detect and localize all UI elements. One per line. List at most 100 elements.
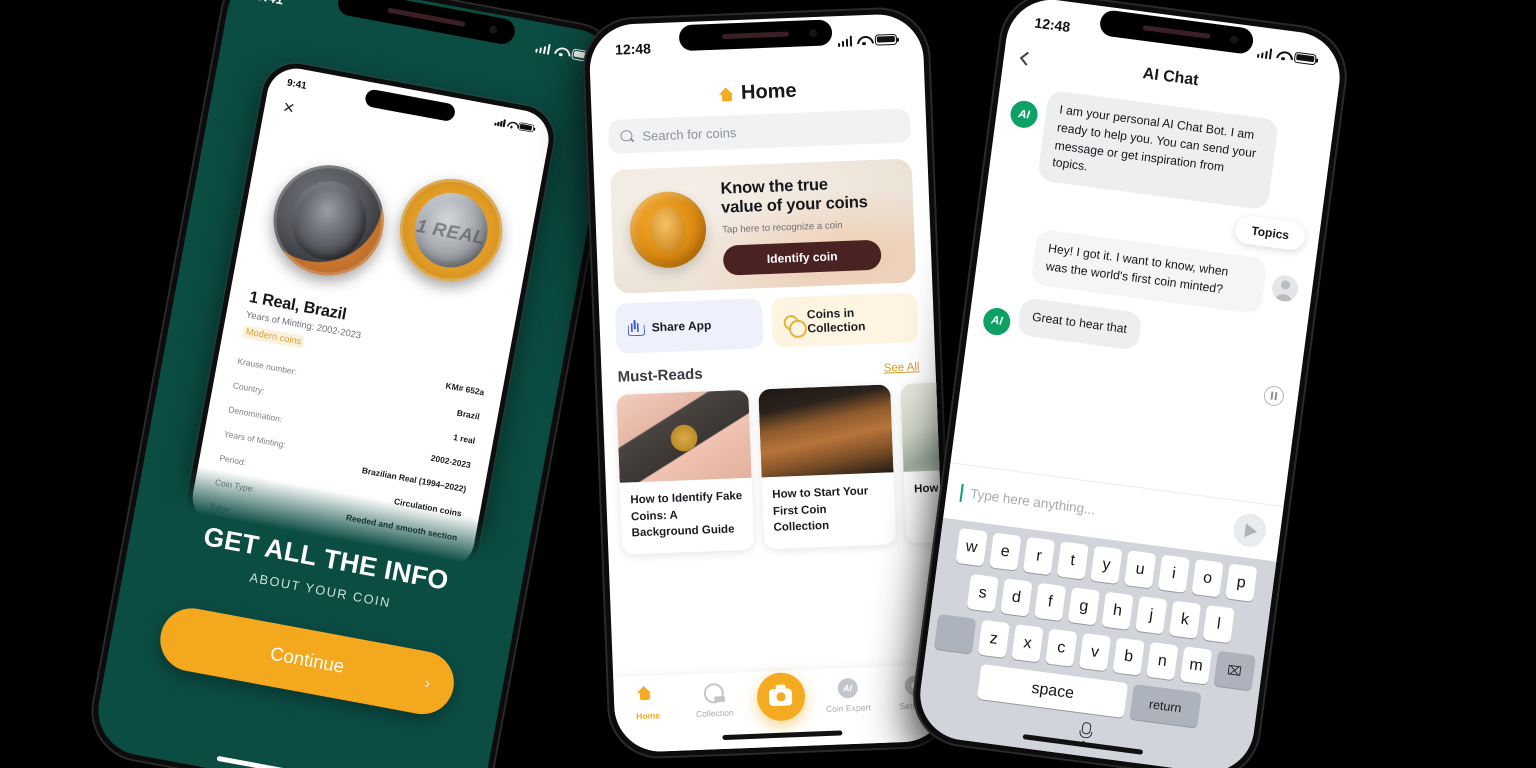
coins-in-collection-line1: Coins in [806,305,855,322]
wifi-icon [1276,49,1290,62]
phone-right-frame: 12:48 AI Chat AI I am your personal AI C… [906,0,1354,768]
detail-label: Country: [232,379,266,396]
phone-right-screen: 12:48 AI Chat AI I am your personal AI C… [914,0,1346,768]
key[interactable]: f [1033,582,1067,622]
key[interactable]: l [1202,604,1236,644]
onscreen-keyboard[interactable]: w e r t y u i o p s d f g h j k l z x c … [914,517,1277,768]
ai-chat-content: AI Chat AI I am your personal AI Chat Bo… [914,0,1345,768]
ai-icon: AI [837,677,858,699]
article-thumbnail [758,384,894,478]
search-icon [620,130,633,143]
tab-collection[interactable]: Collection [680,682,748,720]
front-camera [488,24,498,35]
pause-button[interactable] [1262,384,1286,407]
key[interactable]: s [966,573,1000,613]
key[interactable]: d [1000,578,1033,617]
phone-left-screen: 9:41 9:41 [90,0,624,768]
topics-button[interactable]: Topics [1233,214,1307,252]
detail-label: Krause number: [236,355,298,377]
key[interactable]: x [1011,624,1044,663]
battery-icon [874,33,898,46]
key[interactable]: r [1022,536,1056,576]
phone-left-onboarding: 9:41 9:41 [82,0,632,768]
tab-collection-label: Collection [695,707,734,720]
article-title: How to Identify Fake Coins: A Background… [630,490,743,540]
front-camera [808,28,818,38]
key[interactable]: b [1112,637,1146,676]
scene-root: 9:41 9:41 [0,0,1536,768]
status-time: 12:48 [614,40,652,58]
status-icons [1256,46,1317,65]
coin-stack-icon [782,314,799,330]
article-title: How to Start Your First Coin Collection [772,485,869,535]
search-placeholder: Search for coins [642,124,737,144]
key[interactable]: z [977,619,1011,659]
key[interactable]: w [955,527,989,567]
tab-coin-expert-label: Coin Expert [825,702,871,715]
close-icon[interactable]: ✕ [281,99,296,118]
send-button[interactable] [1231,511,1269,549]
article-carousel[interactable]: How to Identify Fake Coins: A Background… [602,378,950,556]
continue-button-label: Continue [268,643,346,678]
list-item[interactable]: How to Start Your First Coin Collection [758,384,897,550]
detail-value: KM# 652a [444,380,486,397]
promo-subtext: Tap here to recognize a coin [721,220,843,237]
tab-home[interactable]: Home [614,685,682,723]
battery-icon [517,121,534,132]
wifi-icon [554,45,569,58]
backspace-key[interactable]: ⌧ [1213,650,1256,691]
coin-reverse-image: 1 REAL [391,170,511,290]
return-key[interactable]: return [1129,684,1202,728]
key[interactable]: g [1067,587,1101,626]
chevron-right-icon: › [422,673,432,693]
key[interactable]: o [1191,559,1224,598]
key[interactable]: k [1168,600,1202,639]
must-reads-header: Must-Reads See All [617,357,919,386]
coin-obverse-image [264,156,393,285]
promo-banner[interactable]: Know the true value of your coins Tap he… [609,158,917,294]
key[interactable]: i [1157,554,1191,594]
key[interactable]: u [1123,550,1157,589]
coin-legend: 1 REAL [414,215,487,249]
tab-coin-expert[interactable]: AI Coin Expert [814,677,882,715]
microphone-icon[interactable] [1077,721,1092,746]
key[interactable]: p [1224,563,1258,602]
chat-bubble: Great to hear that [1016,296,1143,351]
continue-button[interactable]: Continue › [155,603,460,720]
lightbulb-icon[interactable] [1303,86,1320,107]
key[interactable]: m [1179,646,1213,685]
key[interactable]: h [1101,591,1134,631]
coins-in-collection-line2: Collection [807,319,866,336]
key[interactable]: e [988,532,1022,571]
coins-in-collection-label: Coins in Collection [807,305,866,336]
section-title: Must-Reads [617,365,703,386]
cellular-icon [534,41,551,55]
phone-center-screen: 12:48 Home Search for coins Know the tru… [588,12,950,754]
key[interactable]: t [1056,541,1090,580]
see-all-link[interactable]: See All [883,361,919,374]
chevron-left-icon[interactable] [1019,51,1034,66]
quick-actions: Share App Coins in Collection [614,292,919,354]
coin-icon [703,682,725,704]
earpiece-speaker [1142,25,1211,39]
status-icons [837,33,898,47]
list-item[interactable]: How to Identify Fake Coins: A Background… [616,389,755,555]
cellular-icon [493,117,506,127]
key[interactable]: c [1044,628,1078,667]
key[interactable]: y [1090,545,1123,585]
wifi-icon [506,119,516,128]
promo-headline: Know the true value of your coins [720,173,879,218]
shift-key[interactable] [934,614,977,654]
front-camera [1229,35,1239,45]
text-caret [959,483,964,502]
key[interactable]: j [1134,596,1168,635]
share-app-button[interactable]: Share App [614,298,764,354]
coins-in-collection-button[interactable]: Coins in Collection [770,292,919,348]
key[interactable]: n [1145,641,1179,681]
detail-label: Years of Minting: [223,428,287,450]
camera-capture-button[interactable] [756,671,806,722]
key[interactable]: v [1078,632,1112,672]
tab-home-label: Home [635,710,661,722]
page-title: AI Chat [1141,65,1200,90]
identify-coin-button[interactable]: Identify coin [722,240,882,277]
